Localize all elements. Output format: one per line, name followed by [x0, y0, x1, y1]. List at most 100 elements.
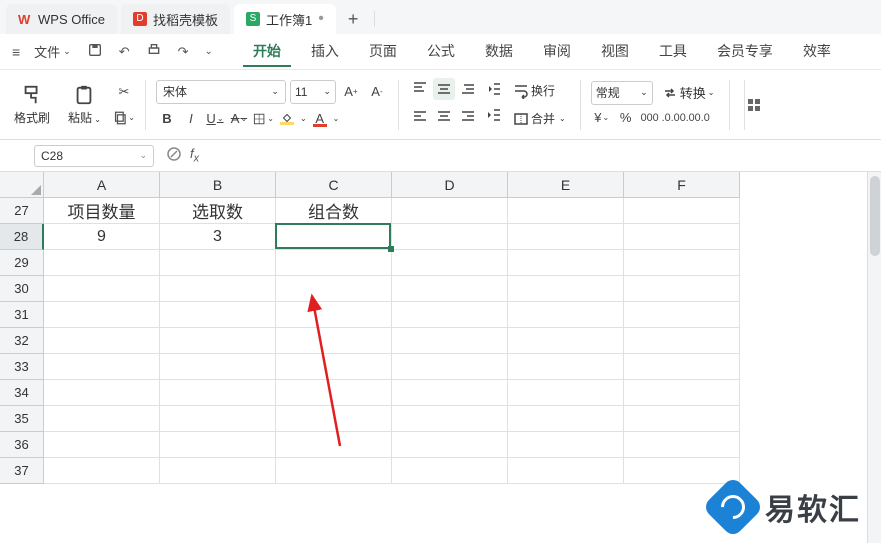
- cell[interactable]: 3: [160, 224, 276, 250]
- cell[interactable]: [624, 224, 740, 250]
- fill-color-button[interactable]: [276, 108, 298, 130]
- cell[interactable]: [276, 432, 392, 458]
- row-header[interactable]: 35: [0, 406, 44, 432]
- ribbon-overflow-icon[interactable]: [744, 80, 762, 130]
- cell[interactable]: [624, 406, 740, 432]
- cell[interactable]: 9: [44, 224, 160, 250]
- row-header[interactable]: 29: [0, 250, 44, 276]
- row-header[interactable]: 36: [0, 432, 44, 458]
- chevron-down-icon[interactable]: ⌄: [333, 114, 340, 123]
- new-tab-button[interactable]: +: [340, 9, 367, 30]
- select-all-button[interactable]: [0, 172, 44, 198]
- row-header[interactable]: 30: [0, 276, 44, 302]
- cell[interactable]: [392, 380, 508, 406]
- fill-handle[interactable]: [388, 246, 394, 252]
- cell[interactable]: [276, 224, 392, 250]
- cell[interactable]: [392, 406, 508, 432]
- cell[interactable]: [160, 380, 276, 406]
- fx-icon[interactable]: fx: [190, 146, 199, 165]
- cancel-formula-icon[interactable]: [166, 146, 182, 165]
- tab-wps-home[interactable]: W WPS Office: [6, 4, 117, 34]
- format-painter-button[interactable]: 格式刷: [8, 81, 56, 128]
- menu-efficiency[interactable]: 效率: [793, 37, 841, 67]
- cell[interactable]: [508, 250, 624, 276]
- row-header[interactable]: 28: [0, 224, 44, 250]
- cell[interactable]: [392, 354, 508, 380]
- scrollbar-thumb[interactable]: [870, 176, 880, 256]
- cell[interactable]: [392, 302, 508, 328]
- cell[interactable]: [392, 250, 508, 276]
- increase-decimal-icon[interactable]: .00.0: [687, 107, 709, 129]
- column-header[interactable]: F: [624, 172, 740, 198]
- cell[interactable]: [276, 354, 392, 380]
- cell[interactable]: [624, 432, 740, 458]
- cell[interactable]: [160, 406, 276, 432]
- column-header[interactable]: E: [508, 172, 624, 198]
- cell[interactable]: [160, 432, 276, 458]
- cell[interactable]: [508, 406, 624, 432]
- cell[interactable]: [624, 328, 740, 354]
- cell[interactable]: [44, 328, 160, 354]
- copy-icon[interactable]: ⌄: [113, 107, 135, 129]
- tab-workbook[interactable]: S 工作簿1 •: [234, 4, 336, 34]
- cell[interactable]: [508, 302, 624, 328]
- font-size-select[interactable]: 11 ⌄: [290, 80, 336, 104]
- increase-indent-icon[interactable]: [483, 104, 505, 126]
- file-menu[interactable]: 文件 ⌄: [28, 38, 77, 65]
- column-header[interactable]: B: [160, 172, 276, 198]
- cell[interactable]: [624, 380, 740, 406]
- cell[interactable]: [508, 276, 624, 302]
- cell[interactable]: [160, 302, 276, 328]
- cell[interactable]: 组合数: [276, 198, 392, 224]
- hamburger-menu-icon[interactable]: ≡: [8, 44, 24, 60]
- save-icon[interactable]: [81, 38, 109, 65]
- font-name-select[interactable]: 宋体 ⌄: [156, 80, 286, 104]
- column-header[interactable]: A: [44, 172, 160, 198]
- decrease-indent-icon[interactable]: [483, 78, 505, 100]
- menu-tools[interactable]: 工具: [649, 37, 697, 67]
- cell[interactable]: [44, 432, 160, 458]
- number-format-select[interactable]: 常规 ⌄: [591, 81, 653, 105]
- merge-cells-button[interactable]: 合并 ⌄: [509, 106, 570, 132]
- cell[interactable]: [392, 328, 508, 354]
- cell[interactable]: [276, 250, 392, 276]
- percent-button[interactable]: %: [615, 107, 637, 129]
- increase-font-icon[interactable]: A+: [340, 81, 362, 103]
- cell[interactable]: [508, 380, 624, 406]
- borders-button[interactable]: ⌄: [252, 108, 274, 130]
- cell[interactable]: [392, 224, 508, 250]
- cell[interactable]: [276, 328, 392, 354]
- cell[interactable]: [44, 302, 160, 328]
- cut-icon[interactable]: ✂: [113, 81, 135, 103]
- cell[interactable]: [44, 354, 160, 380]
- align-bottom-icon[interactable]: [457, 78, 479, 100]
- align-left-icon[interactable]: [409, 106, 431, 128]
- undo-icon[interactable]: ↶: [113, 40, 136, 64]
- align-top-icon[interactable]: [409, 78, 431, 100]
- cell[interactable]: [276, 406, 392, 432]
- cell[interactable]: [392, 432, 508, 458]
- cell[interactable]: [44, 380, 160, 406]
- chevron-down-icon[interactable]: ⌄: [199, 42, 219, 61]
- chevron-down-icon[interactable]: ⌄: [300, 114, 307, 123]
- row-header[interactable]: 31: [0, 302, 44, 328]
- cell[interactable]: [276, 458, 392, 484]
- print-icon[interactable]: [140, 38, 168, 65]
- cell[interactable]: [508, 224, 624, 250]
- cell[interactable]: [160, 354, 276, 380]
- comma-button[interactable]: 000: [639, 107, 661, 129]
- vertical-scrollbar[interactable]: [867, 172, 881, 543]
- menu-vip[interactable]: 会员专享: [707, 37, 783, 67]
- cell[interactable]: 选取数: [160, 198, 276, 224]
- menu-page[interactable]: 页面: [359, 37, 407, 67]
- cell[interactable]: [624, 276, 740, 302]
- align-right-icon[interactable]: [457, 106, 479, 128]
- menu-start[interactable]: 开始: [243, 37, 291, 67]
- wrap-text-button[interactable]: 换行: [509, 78, 570, 104]
- cell[interactable]: [508, 198, 624, 224]
- cell[interactable]: [44, 458, 160, 484]
- tab-templates[interactable]: D 找稻壳模板: [121, 4, 230, 34]
- menu-formula[interactable]: 公式: [417, 37, 465, 67]
- paste-button[interactable]: 粘贴 ⌄: [62, 81, 107, 128]
- decrease-decimal-icon[interactable]: .0.00: [663, 107, 685, 129]
